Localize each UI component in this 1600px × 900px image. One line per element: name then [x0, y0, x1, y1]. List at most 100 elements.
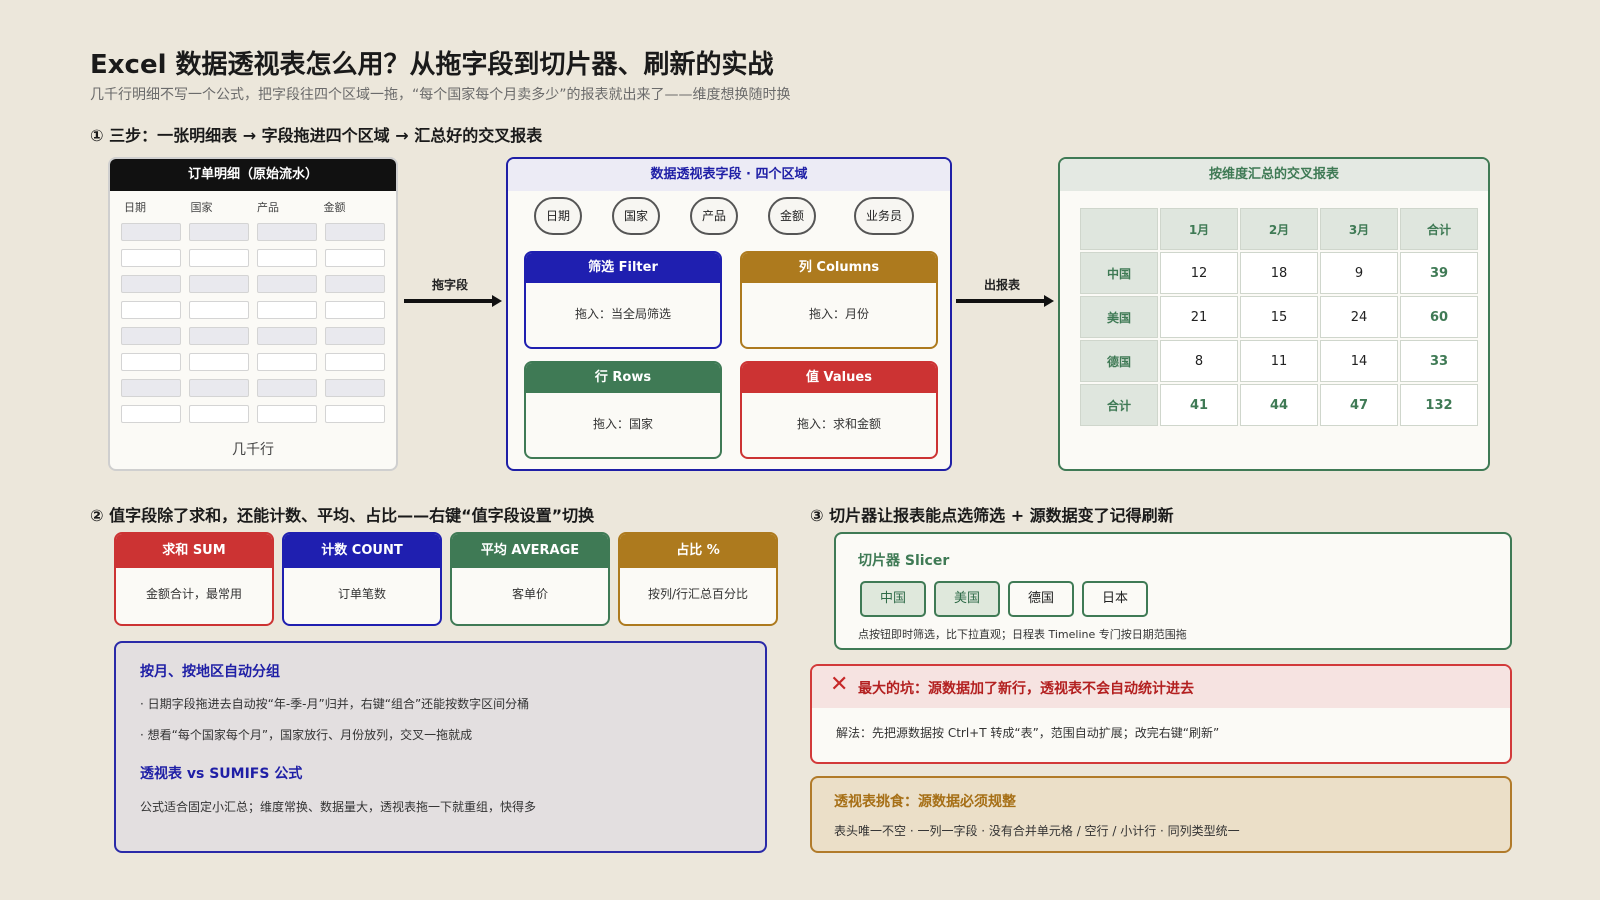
- page-subtitle: 几千行明细不写一个公式，把字段往四个区域一拖，“每个国家每个月卖多少”的报表就出…: [90, 87, 791, 103]
- table-total-cell: 60: [1400, 296, 1478, 338]
- order-placeholder-cell: [257, 249, 317, 267]
- value-card-count: 计数 COUNT 订单笔数: [282, 532, 442, 626]
- grouping-bullet-date: · 日期字段拖进去自动按“年-季-月”归并，右键“组合”还能按数字区间分桶: [140, 697, 530, 711]
- field-pill-salesperson[interactable]: 业务员: [854, 197, 914, 235]
- cross-icon: ✕: [830, 672, 849, 697]
- cross-report-panel: 按维度汇总的交叉报表 1月 2月 3月 合计 中国 12 18 9 39 美国 …: [1058, 157, 1490, 471]
- value-card-percent-desc: 按列/行汇总百分比: [647, 587, 749, 601]
- table-grand-total-cell: 132: [1400, 384, 1478, 426]
- slicer-button-china[interactable]: 中国: [860, 581, 926, 617]
- section3-heading: ③ 切片器让报表能点选筛选 + 源数据变了记得刷新: [810, 506, 1174, 525]
- table-header-row: 1月 2月 3月 合计: [1080, 208, 1478, 250]
- table-cell: 11: [1240, 340, 1318, 382]
- order-col-amount: 金额: [323, 201, 346, 214]
- value-card-sum-title: 求和 SUM: [116, 534, 272, 568]
- order-placeholder-cell: [257, 353, 317, 371]
- order-placeholder-cell: [325, 301, 385, 319]
- section2-heading: ② 值字段除了求和，还能计数、平均、占比——右键“值字段设置”切换: [90, 506, 595, 525]
- order-placeholder-cell: [325, 275, 385, 293]
- table-cell: 12: [1160, 252, 1238, 294]
- value-card-count-title: 计数 COUNT: [284, 534, 440, 568]
- table-cell: 21: [1160, 296, 1238, 338]
- zone-filter-desc: 拖入：当全局筛选: [574, 307, 671, 321]
- data-requirements-title: 透视表挑食：源数据必须规整: [834, 794, 1016, 810]
- value-card-sum: 求和 SUM 金额合计，最常用: [114, 532, 274, 626]
- order-placeholder-cell: [257, 301, 317, 319]
- zone-values-desc: 拖入：求和金额: [796, 417, 881, 431]
- cross-report-title: 按维度汇总的交叉报表: [1060, 159, 1488, 191]
- table-cell: 15: [1240, 296, 1318, 338]
- table-row-label: 合计: [1080, 384, 1158, 426]
- order-row-count: 几千行: [232, 442, 274, 458]
- arrow-drag-line: [404, 299, 494, 303]
- value-card-percent: 占比 % 按列/行汇总百分比: [618, 532, 778, 626]
- order-detail-panel: 订单明细（原始流水） 日期 国家 产品 金额 几千行: [108, 157, 398, 471]
- grouping-bullet-cross: · 想看“每个国家每个月”，国家放行、月份放列，交叉一拖就成: [140, 728, 473, 742]
- zone-values[interactable]: 值 Values 拖入：求和金额: [740, 361, 938, 459]
- grouping-tips-box: 按月、按地区自动分组 · 日期字段拖进去自动按“年-季-月”归并，右键“组合”还…: [114, 641, 767, 853]
- field-pill-country[interactable]: 国家: [612, 197, 660, 235]
- pivot-fields-title: 数据透视表字段 · 四个区域: [508, 159, 950, 191]
- table-header-cell: 1月: [1160, 208, 1238, 250]
- table-row-label: 中国: [1080, 252, 1158, 294]
- order-placeholder-cell: [257, 223, 317, 241]
- table-cell: 14: [1320, 340, 1398, 382]
- pitfall-box: ✕ 最大的坑：源数据加了新行，透视表不会自动统计进去 解法：先把源数据按 Ctr…: [810, 664, 1512, 764]
- order-placeholder-cell: [189, 353, 249, 371]
- order-placeholder-cell: [257, 327, 317, 345]
- table-total-cell: 39: [1400, 252, 1478, 294]
- table-row: 德国 8 11 14 33: [1080, 340, 1478, 382]
- order-placeholder-cell: [121, 249, 181, 267]
- zone-filter-title: 筛选 Filter: [526, 253, 720, 283]
- arrow-right-icon: [1044, 295, 1054, 307]
- slicer-button-usa[interactable]: 美国: [934, 581, 1000, 617]
- slicer-title: 切片器 Slicer: [858, 553, 950, 569]
- table-cell: 8: [1160, 340, 1238, 382]
- slicer-button-japan[interactable]: 日本: [1082, 581, 1148, 617]
- order-col-date: 日期: [124, 201, 146, 214]
- pitfall-title: 最大的坑：源数据加了新行，透视表不会自动统计进去: [858, 681, 1194, 697]
- table-total-cell: 47: [1320, 384, 1398, 426]
- order-placeholder-cell: [257, 275, 317, 293]
- zone-rows[interactable]: 行 Rows 拖入：国家: [524, 361, 722, 459]
- order-placeholder-cell: [121, 405, 181, 423]
- arrow-right-icon: [492, 295, 502, 307]
- slicer-box: 切片器 Slicer 中国 美国 德国 日本 点按钮即时筛选，比下拉直观；日程表…: [834, 532, 1512, 650]
- table-total-row: 合计 41 44 47 132: [1080, 384, 1478, 426]
- order-placeholder-cell: [189, 379, 249, 397]
- pivot-vs-sumifs-text: 公式适合固定小汇总；维度常换、数据量大，透视表拖一下就重组，快得多: [140, 800, 537, 814]
- field-pill-date[interactable]: 日期: [534, 197, 582, 235]
- order-placeholder-cell: [189, 249, 249, 267]
- order-placeholder-cell: [325, 405, 385, 423]
- order-placeholder-cell: [189, 275, 249, 293]
- value-card-percent-title: 占比 %: [620, 534, 776, 568]
- table-header-cell: 合计: [1400, 208, 1478, 250]
- order-placeholder-cell: [189, 223, 249, 241]
- order-placeholder-cell: [189, 301, 249, 319]
- zone-columns[interactable]: 列 Columns 拖入：月份: [740, 251, 938, 349]
- zone-columns-desc: 拖入：月份: [808, 307, 869, 321]
- zone-columns-title: 列 Columns: [742, 253, 936, 283]
- data-requirements-list: 表头唯一不空 · 一列一字段 · 没有合并单元格 / 空行 / 小计行 · 同列…: [834, 824, 1240, 838]
- table-cell: 18: [1240, 252, 1318, 294]
- order-placeholder-cell: [257, 379, 317, 397]
- order-detail-title: 订单明细（原始流水）: [110, 159, 396, 191]
- order-placeholder-cell: [325, 353, 385, 371]
- arrow-drag-label: 拖字段: [432, 278, 469, 292]
- zone-rows-title: 行 Rows: [526, 363, 720, 393]
- table-header-cell: 2月: [1240, 208, 1318, 250]
- order-placeholder-cell: [325, 223, 385, 241]
- order-placeholder-cell: [325, 327, 385, 345]
- page-title: Excel 数据透视表怎么用？从拖字段到切片器、刷新的实战: [90, 50, 774, 80]
- grouping-title: 按月、按地区自动分组: [140, 664, 280, 680]
- slicer-button-germany[interactable]: 德国: [1008, 581, 1074, 617]
- value-card-sum-desc: 金额合计，最常用: [145, 587, 242, 601]
- arrow-report-label: 出报表: [984, 278, 1021, 292]
- value-card-count-desc: 订单笔数: [337, 587, 386, 601]
- pitfall-solution: 解法：先把源数据按 Ctrl+T 转成“表”，范围自动扩展；改完右键“刷新”: [836, 726, 1220, 740]
- field-pill-amount[interactable]: 金额: [768, 197, 816, 235]
- pivot-fields-panel: 数据透视表字段 · 四个区域 日期 国家 产品 金额 业务员 筛选 Filter…: [506, 157, 952, 471]
- field-pill-product[interactable]: 产品: [690, 197, 738, 235]
- order-placeholder-cell: [121, 379, 181, 397]
- zone-filter[interactable]: 筛选 Filter 拖入：当全局筛选: [524, 251, 722, 349]
